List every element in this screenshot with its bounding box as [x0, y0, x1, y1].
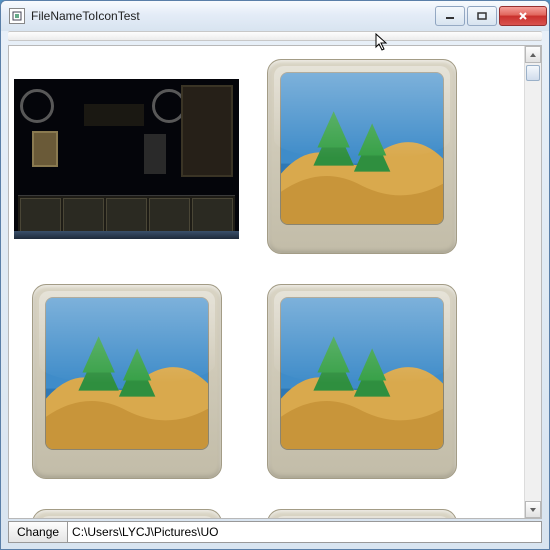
toolbar-strip	[8, 31, 542, 41]
thumbnail-cell	[249, 281, 474, 481]
image-thumbnail[interactable]	[14, 79, 239, 239]
vertical-scrollbar[interactable]	[524, 46, 541, 518]
thumbnail-cell	[14, 56, 239, 256]
scroll-down-button[interactable]	[525, 501, 541, 518]
image-placeholder[interactable]	[267, 59, 457, 254]
close-button[interactable]	[499, 6, 547, 26]
thumbnail-cell	[14, 506, 239, 518]
scrollbar-thumb[interactable]	[526, 65, 540, 81]
image-placeholder[interactable]	[267, 509, 457, 519]
client-area	[8, 45, 542, 519]
window-controls	[435, 6, 547, 26]
path-input[interactable]: C:\Users\LYCJ\Pictures\UO	[68, 521, 542, 543]
thumbnail-cell	[249, 506, 474, 518]
image-placeholder[interactable]	[32, 509, 222, 519]
maximize-button[interactable]	[467, 6, 497, 26]
app-icon	[9, 8, 25, 24]
thumbnail-cell	[14, 281, 239, 481]
bottom-bar: Change C:\Users\LYCJ\Pictures\UO	[8, 521, 542, 543]
scrollbar-track[interactable]	[525, 63, 541, 501]
thumbnail-grid	[14, 56, 524, 518]
image-placeholder[interactable]	[32, 284, 222, 479]
change-button[interactable]: Change	[8, 521, 68, 543]
thumbnail-scroll-area[interactable]	[9, 46, 524, 518]
titlebar[interactable]: FileNameToIconTest	[1, 1, 549, 31]
image-placeholder[interactable]	[267, 284, 457, 479]
minimize-button[interactable]	[435, 6, 465, 26]
app-window: FileNameToIconTest	[0, 0, 550, 550]
thumbnail-cell	[249, 56, 474, 256]
window-title: FileNameToIconTest	[31, 9, 140, 23]
scroll-up-button[interactable]	[525, 46, 541, 63]
